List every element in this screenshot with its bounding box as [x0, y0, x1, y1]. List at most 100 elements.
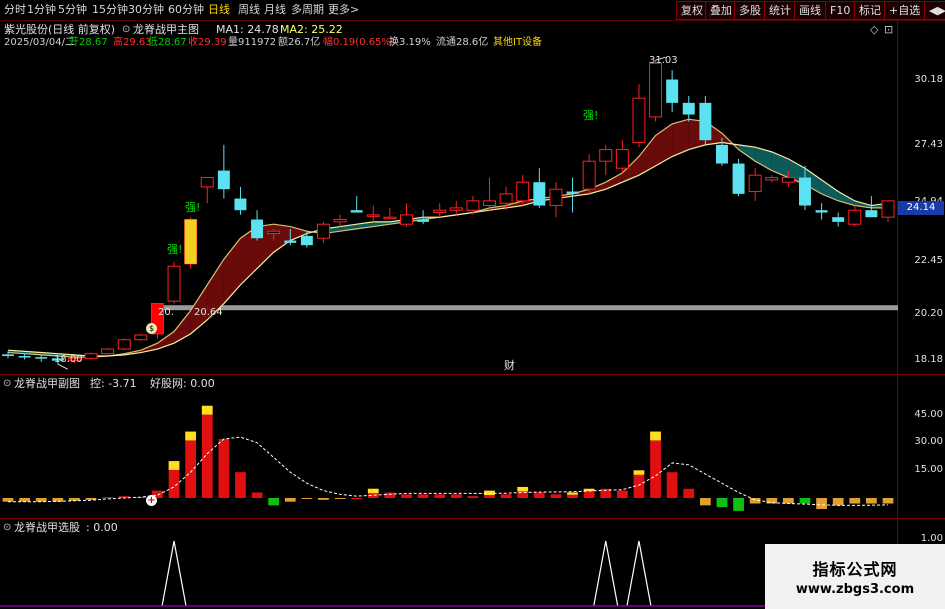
candle-body-down — [715, 144, 728, 164]
sub1-bar-positive — [616, 490, 628, 498]
kline-chart[interactable] — [0, 0, 945, 609]
candle-body-down — [832, 217, 845, 222]
sub1-bar-positive — [467, 496, 479, 498]
sub2-settings-icon[interactable]: ⊙ — [3, 522, 11, 534]
plus-marker-icon[interactable]: + — [146, 495, 157, 506]
candle-body-down — [566, 191, 579, 194]
candle-body-up — [632, 97, 646, 144]
sub1-bar-negative — [334, 498, 346, 499]
sub1-bar-positive — [417, 494, 429, 498]
candle-body-down — [799, 177, 811, 206]
candle-body-up — [433, 209, 447, 214]
sub1-bar-negative — [816, 498, 827, 510]
sub1-bar-negative — [19, 498, 30, 502]
sub1-bar-negative — [716, 498, 728, 508]
sub1-bar-negative — [832, 498, 844, 506]
sub1-bar-negative — [849, 498, 861, 504]
sub1-y-tick-0: 45.00 — [914, 409, 943, 420]
candle-body-down — [35, 357, 48, 359]
sub1-bar-cap — [201, 405, 213, 415]
sub1-bar-positive — [683, 488, 695, 498]
sub2-value: : 0.00 — [86, 521, 118, 534]
dollar-marker-icon[interactable]: $ — [146, 323, 157, 334]
sub1-bar-positive — [650, 431, 661, 498]
sub1-bar-negative — [782, 498, 794, 504]
main-y-tick-0: 30.18 — [914, 74, 943, 85]
candle-body-down — [815, 210, 828, 213]
sub1-bar-cap — [484, 490, 495, 496]
candle-body-up — [366, 214, 380, 217]
sub1-bar-negative — [733, 498, 744, 511]
candle-body-up — [134, 334, 148, 341]
candle-body-down — [234, 198, 247, 211]
sub1-bar-positive — [235, 472, 246, 498]
candle-body-up — [449, 207, 463, 211]
sub1-bar-positive — [500, 494, 512, 498]
strong-candle-highlight — [184, 219, 197, 264]
candle-body-down — [682, 102, 695, 115]
sub1-bar-positive — [401, 494, 412, 498]
watermark-logo: 指标公式网 www.zbgs3.com — [765, 544, 945, 609]
sub2-y-tick: 1.00 — [920, 533, 943, 544]
candle-body-up — [599, 149, 613, 162]
sub1-bar-negative — [766, 498, 778, 504]
candle-body-up — [483, 200, 496, 207]
sub1-ctrl-value: 控: -3.71 — [90, 377, 137, 390]
candle-body-up — [466, 200, 480, 211]
sub1-bar-cap — [633, 470, 645, 475]
candle-body-up — [316, 223, 330, 239]
strong-signal-3: 强! — [583, 109, 599, 122]
candle-body-down — [251, 219, 264, 239]
sub1-signal-line — [8, 436, 889, 506]
sub1-bar-cap — [650, 431, 661, 441]
sub1-settings-icon[interactable]: ⊙ — [3, 378, 11, 390]
watermark-url: www.zbgs3.com — [795, 582, 915, 597]
candle-body-up — [582, 160, 596, 190]
candle-body-up — [615, 149, 629, 169]
sub1-bar-negative — [882, 498, 894, 504]
candle-body-up — [649, 62, 663, 118]
support-label-left: 20. — [158, 307, 174, 318]
financial-marker[interactable]: 财 — [504, 360, 515, 372]
sub1-bar-positive — [185, 431, 197, 498]
candle-body-up — [516, 181, 530, 202]
support-price-label: 20.64 — [194, 307, 223, 318]
candle-body-down — [2, 354, 14, 357]
sub1-bar-positive — [201, 405, 213, 498]
strong-signal-2: 强! — [185, 201, 201, 214]
sub1-bar-positive — [450, 494, 462, 498]
candle-body-up — [781, 177, 795, 183]
sub1-bar-negative — [699, 498, 711, 506]
sub2-signal-spike — [593, 540, 619, 607]
candle-body-up — [499, 193, 513, 204]
candle-body-up — [848, 209, 862, 225]
main-y-tick-5: 18.18 — [914, 354, 943, 365]
candle-body-up — [765, 177, 779, 181]
sub1-bar-negative — [301, 498, 313, 499]
candle-body-down — [666, 79, 679, 103]
sub1-indicator-name[interactable]: 龙脊战甲副图 — [14, 378, 80, 390]
sub2-indicator-name[interactable]: 龙脊战甲选股 — [14, 522, 80, 534]
sub1-bar-cap — [567, 492, 578, 495]
candle-body-up — [200, 177, 214, 188]
sub1-bar-cap — [367, 488, 379, 494]
sub2-signal-spike — [161, 540, 187, 607]
sub1-bar-cap — [168, 461, 180, 470]
sub1-bar-negative — [284, 498, 296, 502]
sub2-signal-spike — [626, 540, 652, 607]
candle-body-down — [300, 235, 313, 246]
current-price-tag: 24.14 — [898, 201, 944, 215]
sub1-bar-positive — [384, 492, 396, 498]
candle-body-up — [101, 348, 115, 355]
sub1-bar-negative — [268, 498, 280, 506]
candle-body-up — [748, 174, 762, 193]
sub1-bar-negative — [2, 498, 14, 502]
sub1-y-tick-2: 15.00 — [914, 464, 943, 475]
candle-body-down — [533, 182, 546, 206]
candle-body-down — [350, 210, 363, 213]
sub1-bar-positive — [218, 438, 230, 498]
high-price-label: 31.03 — [649, 55, 678, 66]
candle-body-down — [417, 219, 430, 222]
candle-body-up — [167, 265, 181, 302]
candle-body-down — [699, 102, 712, 141]
